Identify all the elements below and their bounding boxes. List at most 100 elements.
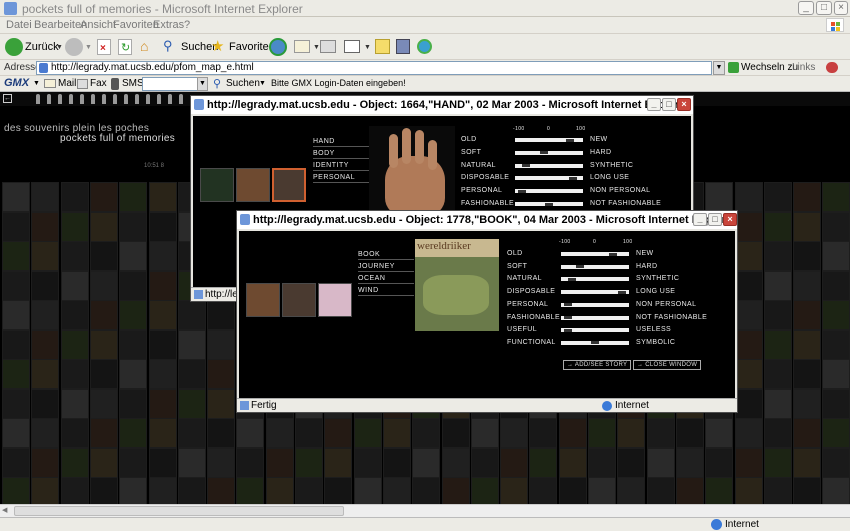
object-thumbnail[interactable] [148,182,177,212]
object-thumbnail[interactable] [148,388,177,419]
messenger-icon[interactable] [417,39,432,54]
object-thumbnail[interactable] [31,211,60,242]
object-thumbnail[interactable] [60,300,89,330]
object-thumbnail[interactable] [207,477,236,507]
object-thumbnail[interactable] [31,477,60,507]
object-thumbnail[interactable] [588,477,616,507]
object-thumbnail[interactable] [734,418,763,448]
object-thumbnail[interactable] [119,388,148,419]
object-thumbnail[interactable] [382,418,411,448]
object-thumbnail[interactable] [89,477,118,507]
object-thumbnail[interactable] [177,418,206,448]
object-thumbnail[interactable] [734,270,763,301]
object-thumbnail[interactable] [822,388,850,419]
address-url[interactable]: http://legrady.mat.ucsb.edu/pfom_map_e.h… [51,62,254,73]
object-thumbnail[interactable] [31,241,60,271]
gmx-sms-icon[interactable] [111,78,119,90]
object-thumbnail[interactable] [119,418,148,448]
object-thumbnail[interactable] [119,300,148,330]
back-arrow-icon[interactable] [5,38,23,56]
menu-datei[interactable]: Datei [6,19,32,31]
object-thumbnail[interactable] [793,359,822,389]
object-thumbnail[interactable] [382,477,411,507]
object-thumbnail[interactable] [793,300,822,330]
refresh-icon[interactable]: ↻ [118,39,132,55]
object-thumbnail[interactable] [793,388,822,419]
object-thumbnail[interactable] [763,241,792,271]
object-thumbnail[interactable] [295,418,323,448]
rating-slider-track[interactable] [561,290,629,295]
maximize-button[interactable]: □ [816,1,832,15]
object-thumbnail[interactable] [119,182,148,212]
home-icon[interactable]: ⌂ [139,38,155,54]
object-thumbnail[interactable] [822,241,850,271]
object-thumbnail[interactable] [2,241,30,271]
object-thumbnail[interactable] [822,211,850,242]
rating-slider-track[interactable] [515,163,583,168]
object-thumbnail[interactable] [675,447,704,478]
favorites-star-icon[interactable]: ★ [211,37,224,55]
object-thumbnail[interactable] [324,418,353,448]
object-thumbnail[interactable] [60,477,89,507]
slider-thumb[interactable] [568,277,576,281]
object-thumbnail[interactable] [60,388,89,419]
slider-thumb[interactable] [564,303,572,307]
edit-dropdown-icon[interactable]: ▼ [364,44,371,51]
object-thumbnail[interactable] [617,447,646,478]
object-thumbnail[interactable] [2,211,30,242]
object-thumbnail[interactable] [822,418,850,448]
discuss-icon[interactable] [375,39,390,54]
object-thumbnail[interactable] [295,447,323,478]
rating-slider-track[interactable] [515,202,583,206]
object-thumbnail[interactable] [705,477,734,507]
object-thumbnail[interactable] [588,418,616,448]
object-thumbnail[interactable] [617,477,646,507]
gmx-fax-icon[interactable] [77,79,88,89]
object-thumbnail[interactable] [207,418,236,448]
slider-thumb[interactable] [566,138,574,142]
go-button-label[interactable]: Wechseln zu [741,62,798,73]
object-thumbnail[interactable] [89,329,118,360]
slider-thumb[interactable] [540,151,548,155]
object-thumbnail[interactable] [148,300,177,330]
slider-thumb[interactable] [518,189,526,193]
object-thumbnail[interactable] [265,418,294,448]
object-thumbnail[interactable] [2,329,30,360]
rating-slider-track[interactable] [561,340,629,345]
object-thumbnail[interactable] [793,329,822,360]
menu-ansicht[interactable]: Ansicht [80,19,116,31]
object-thumbnail[interactable] [119,270,148,301]
menu-extras[interactable]: Extras [153,19,184,31]
object-thumbnail[interactable] [236,477,265,507]
object-thumbnail[interactable] [734,211,763,242]
rating-slider-track[interactable] [561,277,629,282]
gmx-search-options-icon[interactable]: ▼ [259,80,266,87]
object-thumbnail[interactable] [2,388,30,419]
rating-slider-track[interactable] [561,328,629,333]
object-thumbnail[interactable] [646,477,675,507]
minimize-button[interactable]: _ [798,1,814,15]
object-thumbnail[interactable] [470,418,499,448]
object-thumbnail[interactable] [89,241,118,271]
slider-thumb[interactable] [609,252,617,256]
object-thumbnail[interactable] [470,477,499,507]
object-thumbnail[interactable] [148,211,177,242]
object-thumbnail[interactable] [265,477,294,507]
rating-slider-track[interactable] [561,302,629,307]
object-thumbnail[interactable] [734,388,763,419]
object-thumbnail[interactable] [31,300,60,330]
object-thumbnail[interactable] [148,418,177,448]
favorites-button-label[interactable]: Favoriten [229,41,275,53]
object-thumbnail[interactable] [31,182,60,212]
back-button-label[interactable]: Zurück [25,41,59,53]
object-thumbnail[interactable] [793,418,822,448]
object-thumbnail[interactable] [763,270,792,301]
object-thumbnail[interactable] [470,447,499,478]
popup1-close-button[interactable]: × [677,98,691,111]
object-thumbnail[interactable] [500,447,529,478]
object-thumbnail[interactable] [265,447,294,478]
object-thumbnail[interactable] [441,418,470,448]
back-arrow-icon[interactable]: ← [3,94,12,103]
popup1-maximize-button[interactable]: □ [662,98,676,111]
address-dropdown-icon[interactable]: ▼ [713,61,725,75]
